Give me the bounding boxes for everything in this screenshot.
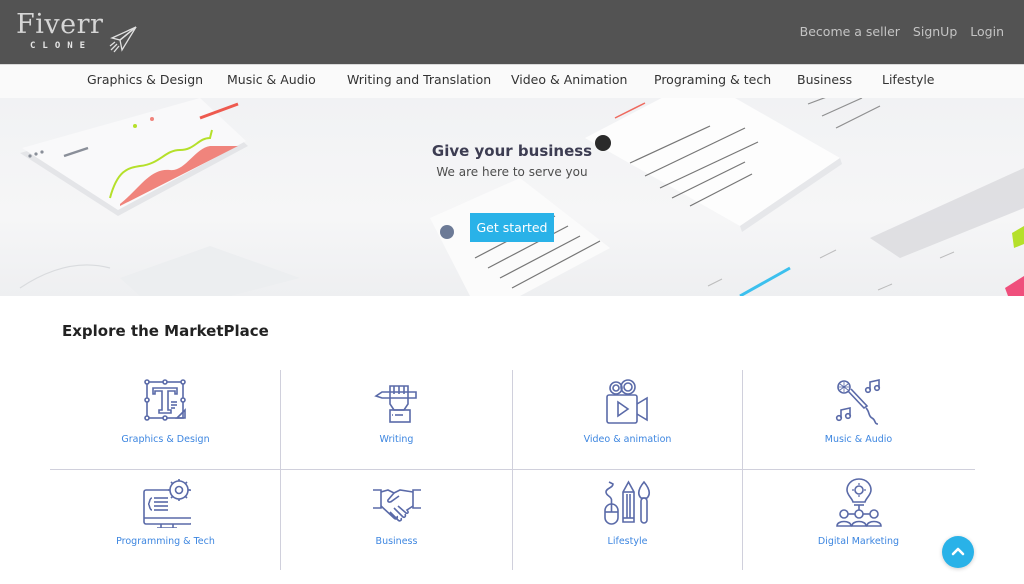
category-business[interactable]: Business [281, 470, 512, 570]
category-nav: Graphics & Design Music & Audio Writing … [0, 64, 1024, 98]
nav-writing-translation[interactable]: Writing and Translation [347, 72, 491, 87]
category-label: Business [375, 536, 418, 547]
category-digital-marketing[interactable]: Digital Marketing [743, 470, 974, 570]
get-started-button[interactable]: Get started [470, 213, 554, 242]
hero-banner: Give your business We are here to serve … [0, 98, 1024, 296]
nav-business[interactable]: Business [797, 72, 852, 87]
category-graphics-design[interactable]: Graphics & Design [50, 370, 281, 470]
microphone-icon [835, 379, 880, 425]
lifestyle-tools-icon [603, 480, 650, 525]
category-label: Graphics & Design [121, 434, 210, 445]
account-links: Become a seller SignUp Login [800, 24, 1004, 39]
hero-background-illustration [19, 98, 1024, 296]
signup-link[interactable]: SignUp [913, 24, 957, 39]
category-programming-tech[interactable]: Programming & Tech [50, 470, 281, 570]
graphics-design-icon [143, 379, 186, 421]
paper-plane-icon [109, 26, 137, 53]
category-label: Programming & Tech [116, 536, 215, 547]
category-writing[interactable]: Writing [281, 370, 512, 470]
handshake-icon [372, 489, 421, 522]
nav-music-audio[interactable]: Music & Audio [227, 72, 316, 87]
top-header: Fiverr CLONE Become a seller SignUp Logi… [0, 0, 1024, 64]
video-camera-icon [605, 379, 648, 424]
logo-subtext: CLONE [30, 41, 93, 51]
login-link[interactable]: Login [970, 24, 1004, 39]
scroll-to-top-button[interactable] [942, 536, 974, 568]
chevron-up-icon [951, 547, 965, 556]
hero-subtitle: We are here to serve you [436, 165, 588, 179]
marketplace-grid: Graphics & Design Writing Video & animat… [50, 370, 975, 570]
marketplace-title: Explore the MarketPlace [62, 322, 269, 340]
category-label: Video & animation [583, 434, 672, 445]
hero-title: Give your business [431, 142, 593, 160]
logo-text: Fiverr [16, 9, 104, 40]
nav-graphics-design[interactable]: Graphics & Design [87, 72, 203, 87]
category-label: Music & Audio [824, 434, 893, 445]
logo[interactable]: Fiverr CLONE [14, 8, 138, 56]
nav-lifestyle[interactable]: Lifestyle [882, 72, 935, 87]
digital-marketing-icon [835, 478, 882, 527]
nav-programming-tech[interactable]: Programing & tech [654, 72, 771, 87]
category-lifestyle[interactable]: Lifestyle [512, 470, 743, 570]
category-music-audio[interactable]: Music & Audio [743, 370, 974, 470]
become-seller-link[interactable]: Become a seller [800, 24, 900, 39]
category-label: Digital Marketing [817, 536, 900, 547]
nav-video-animation[interactable]: Video & Animation [511, 72, 627, 87]
category-label: Lifestyle [607, 536, 648, 547]
category-label: Writing [379, 434, 414, 445]
writing-icon [373, 385, 417, 423]
category-video-animation[interactable]: Video & animation [512, 370, 743, 470]
programming-monitor-icon [142, 479, 191, 528]
